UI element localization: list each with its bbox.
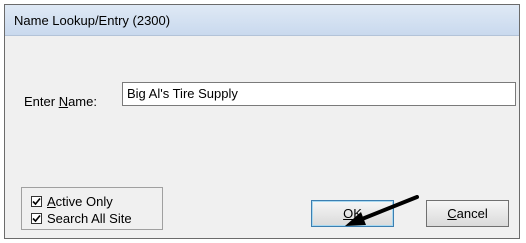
title-bar[interactable]: Name Lookup/Entry (2300) (5, 5, 519, 36)
active-only-label: Active Only (47, 194, 113, 209)
enter-name-prefix: Enter (24, 94, 59, 109)
name-input[interactable]: Big Al's Tire Supply (122, 82, 516, 106)
cancel-button[interactable]: Cancel (426, 200, 509, 227)
options-group: Active Only Search All Site (21, 187, 163, 230)
enter-name-accel: N (58, 94, 69, 109)
search-all-site-option[interactable]: Search All Site (31, 210, 132, 226)
active-only-accel: A (47, 193, 56, 209)
active-only-checkbox[interactable] (31, 195, 42, 207)
active-only-option[interactable]: Active Only (31, 193, 113, 209)
search-all-site-checkbox[interactable] (31, 212, 42, 224)
cancel-accel: C (447, 206, 457, 221)
checkmark-icon (32, 214, 41, 222)
arrow-pointer-icon (345, 195, 419, 226)
search-all-site-label: Search All Site (47, 210, 132, 226)
cancel-rest: ancel (456, 206, 488, 221)
enter-name-suffix: ame: (68, 94, 97, 109)
checkmark-icon (32, 197, 41, 205)
enter-name-label: Enter Name: (24, 94, 97, 109)
window-title: Name Lookup/Entry (2300) (14, 13, 171, 28)
name-lookup-dialog: Name Lookup/Entry (2300) Enter Name: Big… (4, 4, 520, 239)
active-only-rest: ctive Only (55, 193, 113, 209)
